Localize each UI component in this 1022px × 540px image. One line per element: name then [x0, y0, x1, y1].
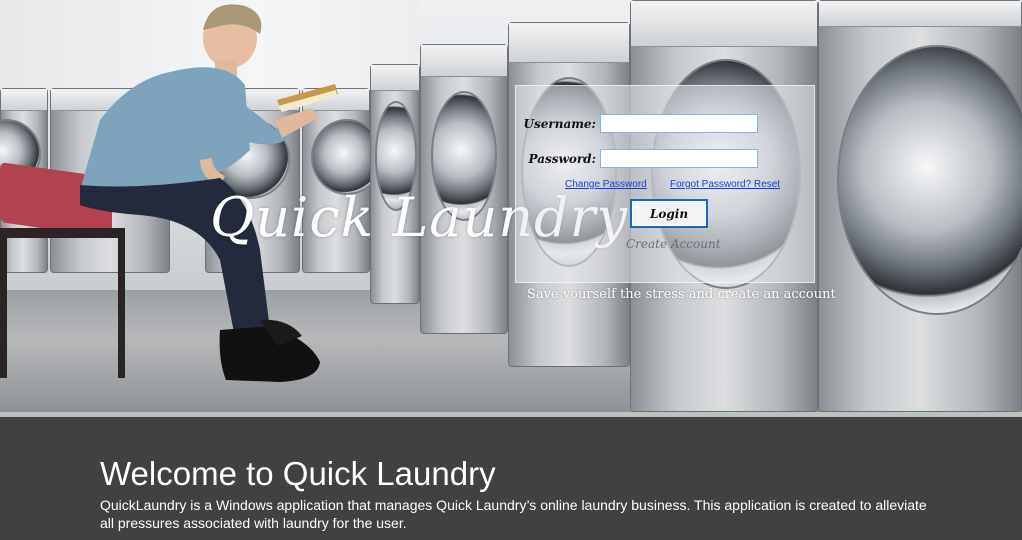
- caption-area: Welcome to Quick Laundry QuickLaundry is…: [0, 417, 1022, 540]
- create-account-link[interactable]: Create Account: [626, 237, 721, 251]
- washing-machine: [818, 0, 1022, 412]
- welcome-title: Welcome to Quick Laundry: [100, 455, 496, 492]
- app-logo: Quick Laundry: [210, 186, 628, 249]
- laundromat-photo: Quick Laundry Username: Password: Change…: [0, 0, 1022, 412]
- password-input[interactable]: [600, 149, 758, 168]
- login-panel: Username: Password: Change Password Forg…: [515, 85, 815, 283]
- username-input[interactable]: [600, 114, 758, 133]
- username-label: Username:: [523, 116, 596, 131]
- app-description: QuickLaundry is a Windows application th…: [100, 497, 927, 531]
- forgot-password-link[interactable]: Forgot Password? Reset: [670, 179, 780, 190]
- password-label: Password:: [528, 151, 596, 166]
- washing-machine: [370, 64, 420, 304]
- change-password-link[interactable]: Change Password: [565, 179, 647, 190]
- tagline: Save yourself the stress and create an a…: [527, 287, 836, 302]
- login-button[interactable]: Login: [630, 199, 708, 228]
